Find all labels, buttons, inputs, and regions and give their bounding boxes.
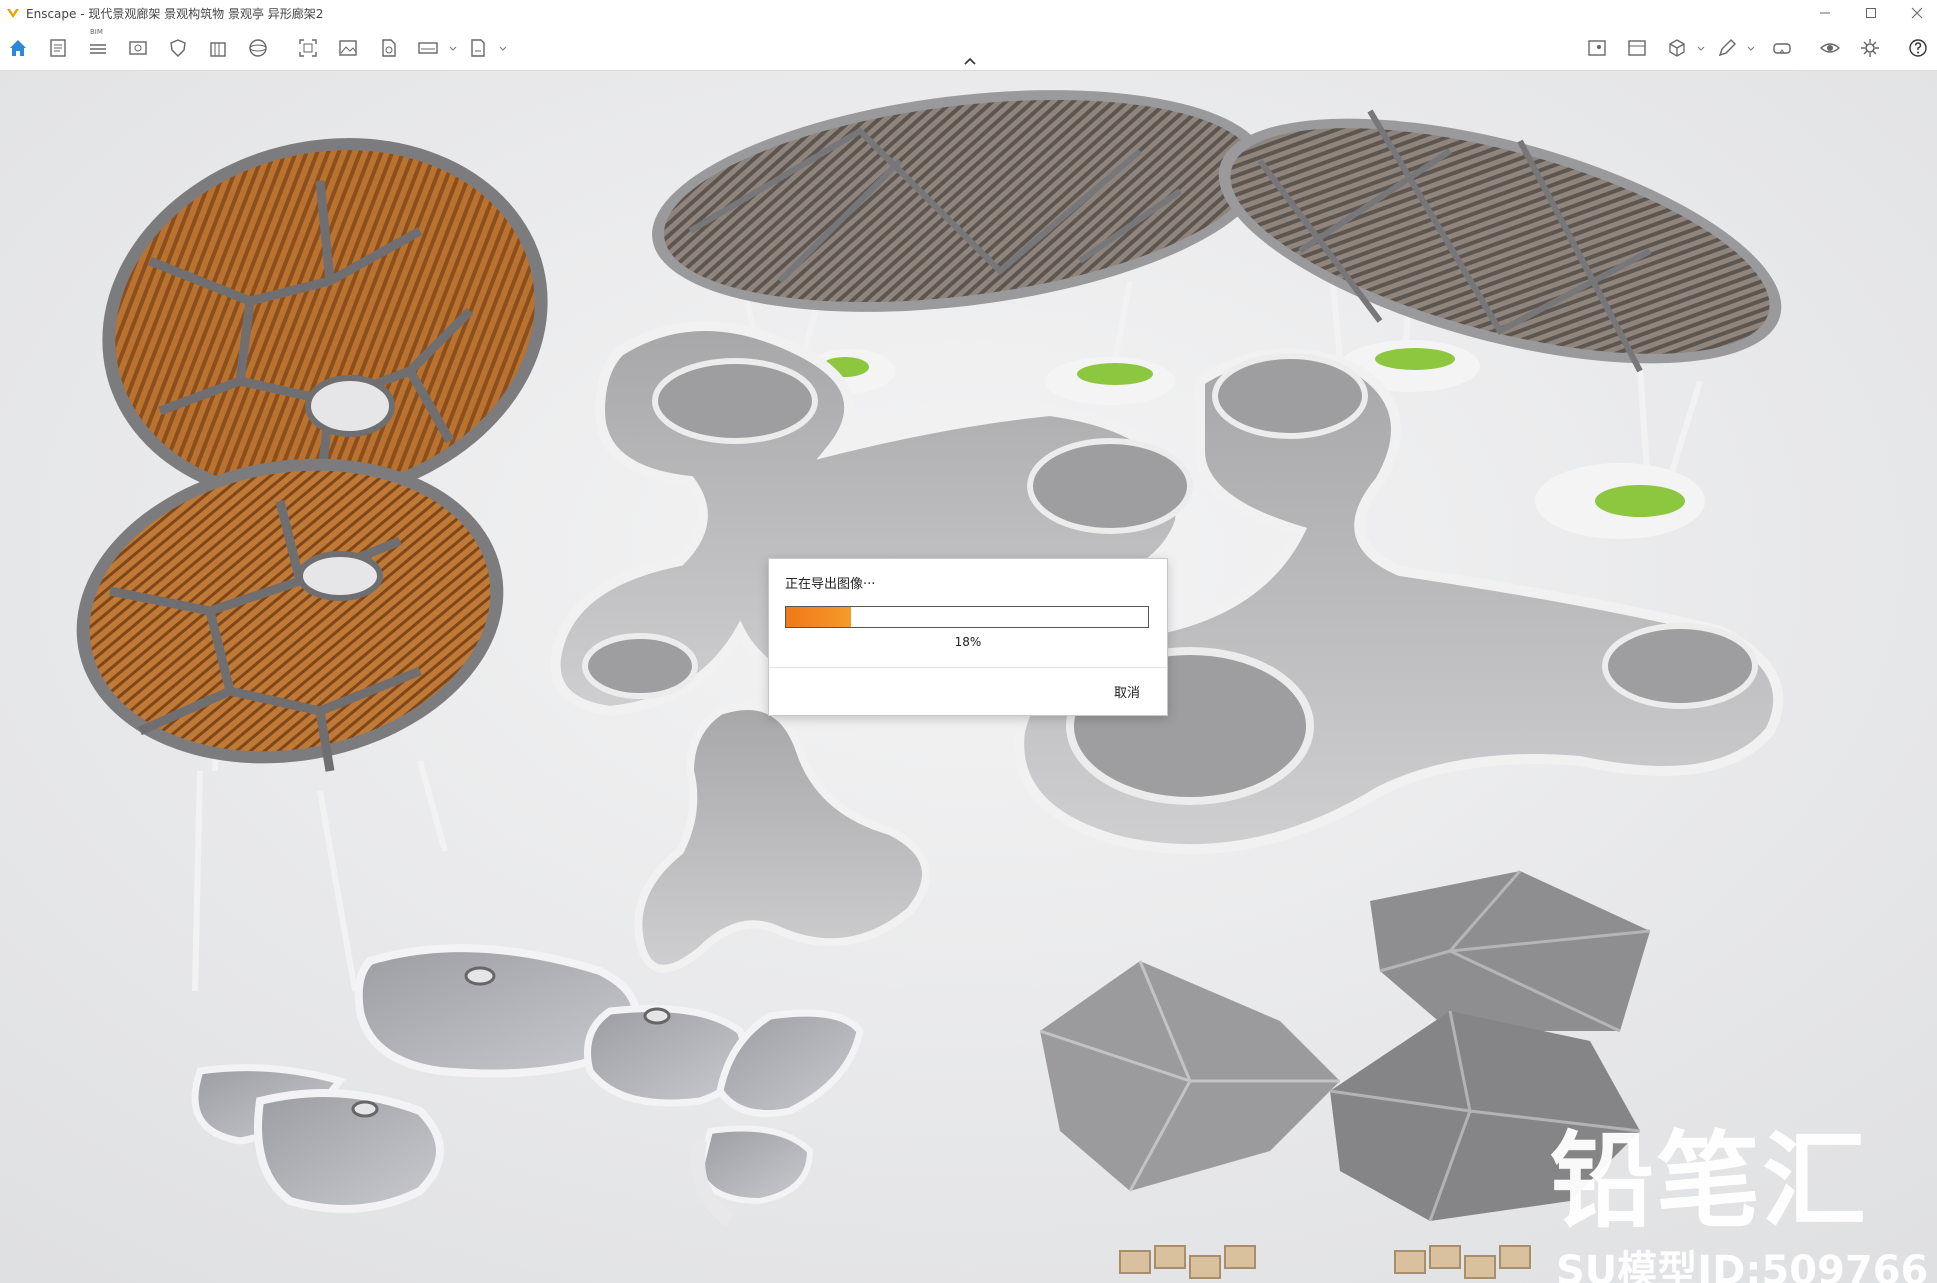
screenshot-icon (299, 39, 317, 57)
chevron-down-icon[interactable] (1696, 44, 1706, 54)
cube-button[interactable] (1663, 34, 1691, 62)
panorama-icon (418, 42, 438, 54)
screenshot-button[interactable] (294, 34, 322, 62)
sphere-icon (249, 39, 267, 57)
dialog-title: 正在导出图像··· (785, 577, 876, 592)
dialog-divider (769, 667, 1167, 668)
settings-icon (1861, 39, 1879, 57)
title-bar: Enscape - 现代景观廊架 景观构筑物 景观亭 异形廊架2 (0, 0, 1937, 26)
view-button[interactable] (124, 34, 152, 62)
vr-headset-icon (1773, 43, 1791, 54)
window-title: Enscape - 现代景观廊架 景观构筑物 景观亭 异形廊架2 (26, 6, 324, 21)
export-exe-icon (471, 39, 485, 57)
maximize-button[interactable] (1853, 0, 1889, 26)
export-progress-dialog: 正在导出图像··· 18% 取消 (768, 558, 1168, 716)
progress-percent: 18% (954, 635, 982, 649)
chevron-down-icon[interactable] (1746, 44, 1756, 54)
collapse-chevron-icon[interactable] (963, 56, 977, 66)
chevron-down-icon[interactable] (498, 44, 508, 54)
help-button[interactable] (1904, 34, 1932, 62)
leaf-button[interactable] (374, 34, 402, 62)
toolbar: BIM (0, 26, 1937, 71)
help-icon (1909, 39, 1927, 57)
eye-icon (1819, 43, 1841, 53)
close-icon (1911, 7, 1923, 19)
map-icon (1588, 40, 1606, 56)
settings-button[interactable] (1856, 34, 1884, 62)
image-button[interactable] (334, 34, 362, 62)
bim-list-icon (90, 44, 106, 54)
building-button[interactable] (204, 34, 232, 62)
home-icon (10, 40, 26, 56)
gallery-button[interactable] (1623, 34, 1651, 62)
bim-label: BIM (90, 28, 103, 36)
cube-icon (1669, 39, 1685, 57)
cancel-button[interactable]: 取消 (1099, 679, 1155, 703)
eye-button[interactable] (1816, 34, 1844, 62)
minimize-icon (1820, 12, 1830, 14)
pen-button[interactable] (1713, 34, 1741, 62)
progress-bar-fill (786, 607, 852, 627)
home-button[interactable] (4, 34, 32, 62)
shield-icon (170, 39, 186, 57)
panorama-button[interactable] (414, 34, 442, 62)
gallery-icon (1628, 40, 1646, 56)
document-icon (50, 39, 66, 57)
leaf-icon (382, 39, 396, 57)
shield-button[interactable] (164, 34, 192, 62)
image-icon (339, 40, 357, 56)
watermark-brand: 铅笔汇 (1550, 1120, 1869, 1242)
sphere-button[interactable] (244, 34, 272, 62)
view-icon (129, 41, 147, 55)
progress-bar (785, 606, 1149, 628)
chevron-down-icon[interactable] (448, 44, 458, 54)
export-exe-button[interactable] (464, 34, 492, 62)
pen-icon (1718, 39, 1736, 57)
enscape-logo-icon (7, 9, 19, 18)
building-icon (210, 42, 226, 57)
maximize-icon (1866, 8, 1876, 18)
watermark-model-id: SU模型ID:509766 (1556, 1248, 1929, 1283)
minimize-button[interactable] (1807, 0, 1843, 26)
document-button[interactable] (44, 34, 72, 62)
vr-headset-button[interactable] (1768, 34, 1796, 62)
map-button[interactable] (1583, 34, 1611, 62)
close-button[interactable] (1899, 0, 1935, 26)
bim-button[interactable]: BIM (84, 28, 112, 62)
